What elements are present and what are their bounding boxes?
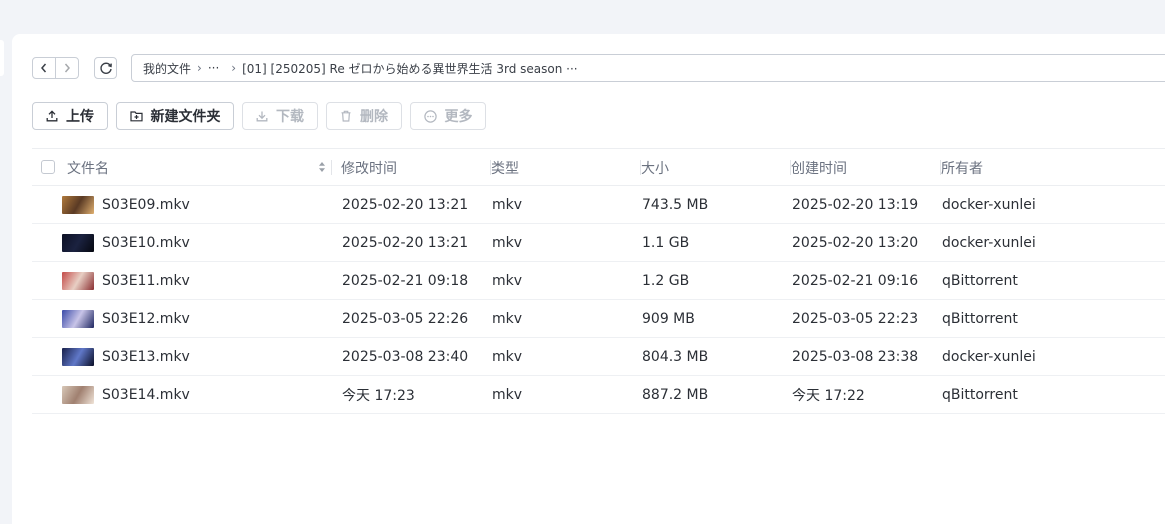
more-circle-icon bbox=[423, 109, 437, 123]
new-folder-label: 新建文件夹 bbox=[150, 109, 221, 125]
file-browser-panel: 我的文件 › ··· › [01] [250205] Re ゼロから始める異世界… bbox=[12, 34, 1165, 524]
column-created-label: 创建时间 bbox=[791, 160, 847, 177]
more-label: 更多 bbox=[444, 109, 473, 125]
sort-icon[interactable] bbox=[318, 161, 326, 173]
file-created: 2025-03-05 22:23 bbox=[792, 310, 919, 327]
refresh-button[interactable] bbox=[94, 57, 117, 79]
table-row[interactable]: S03E14.mkv 今天 17:23 mkv 887.2 MB 今天 17:22 qBi… bbox=[32, 376, 1165, 414]
file-type: mkv bbox=[492, 310, 523, 327]
file-created: 2025-03-08 23:38 bbox=[792, 348, 919, 365]
column-owner-label: 所有者 bbox=[941, 160, 983, 177]
column-modified[interactable]: 修改时间 bbox=[341, 149, 491, 186]
breadcrumb-separator: › bbox=[197, 61, 202, 75]
forward-button[interactable] bbox=[55, 58, 78, 78]
file-name[interactable]: S03E11.mkv bbox=[102, 262, 190, 299]
back-button[interactable] bbox=[33, 58, 55, 78]
column-type-label: 类型 bbox=[491, 160, 519, 177]
file-created: 2025-02-20 13:19 bbox=[792, 196, 919, 213]
table-row[interactable]: S03E13.mkv 2025-03-08 23:40 mkv 804.3 MB 202… bbox=[32, 338, 1165, 376]
table-row[interactable]: S03E09.mkv 2025-02-20 13:21 mkv 743.5 MB 202… bbox=[32, 186, 1165, 224]
trash-icon bbox=[341, 110, 351, 122]
column-created[interactable]: 创建时间 bbox=[791, 149, 941, 186]
file-name[interactable]: S03E09.mkv bbox=[102, 186, 190, 223]
history-nav bbox=[32, 57, 79, 79]
download-icon bbox=[256, 111, 268, 122]
column-divider[interactable] bbox=[331, 160, 332, 175]
file-name[interactable]: S03E13.mkv bbox=[102, 338, 190, 375]
new-folder-icon bbox=[129, 111, 143, 122]
breadcrumb-current: [01] [250205] Re ゼロから始める異世界生活 3rd season… bbox=[242, 61, 578, 76]
video-thumbnail bbox=[62, 386, 94, 404]
video-thumbnail bbox=[62, 196, 94, 214]
table-header: 文件名 修改时间 类型 大小 创建时间 所有者 bbox=[32, 148, 1165, 186]
delete-label: 删除 bbox=[360, 109, 388, 125]
column-type[interactable]: 类型 bbox=[491, 149, 641, 186]
left-sidebar-edge bbox=[0, 40, 4, 76]
breadcrumb-ellipsis[interactable]: ··· bbox=[208, 61, 219, 75]
column-owner[interactable]: 所有者 bbox=[941, 149, 1091, 186]
download-label: 下载 bbox=[276, 109, 304, 125]
file-size: 909 MB bbox=[642, 310, 695, 327]
column-name[interactable]: 文件名 bbox=[67, 149, 332, 186]
file-owner: qBittorrent bbox=[942, 310, 1018, 327]
breadcrumb-separator: › bbox=[231, 61, 237, 75]
file-created: 今天 17:22 bbox=[792, 387, 865, 404]
file-owner: docker-xunlei bbox=[942, 234, 1036, 251]
column-name-label: 文件名 bbox=[67, 160, 109, 177]
file-size: 1.2 GB bbox=[642, 272, 690, 289]
file-name[interactable]: S03E14.mkv bbox=[102, 376, 190, 413]
table-row[interactable]: S03E12.mkv 2025-03-05 22:26 mkv 909 MB 2025-… bbox=[32, 300, 1165, 338]
file-modified: 2025-03-08 23:40 bbox=[342, 348, 469, 365]
delete-button[interactable]: 删除 bbox=[326, 102, 402, 130]
video-thumbnail bbox=[62, 348, 94, 366]
file-modified: 2025-02-20 13:21 bbox=[342, 196, 469, 213]
file-name[interactable]: S03E12.mkv bbox=[102, 300, 190, 337]
file-type: mkv bbox=[492, 272, 523, 289]
breadcrumb-root[interactable]: 我的文件 bbox=[143, 60, 191, 77]
file-size: 1.1 GB bbox=[642, 234, 690, 251]
file-size: 743.5 MB bbox=[642, 196, 709, 213]
file-modified: 2025-02-20 13:21 bbox=[342, 234, 469, 251]
video-thumbnail bbox=[62, 234, 94, 252]
table-row[interactable]: S03E10.mkv 2025-02-20 13:21 mkv 1.1 GB 2025-… bbox=[32, 224, 1165, 262]
select-all-checkbox[interactable] bbox=[41, 160, 55, 174]
chevron-right-icon bbox=[64, 63, 70, 73]
file-owner: qBittorrent bbox=[942, 386, 1018, 403]
breadcrumb: 我的文件 › ··· › [01] [250205] Re ゼロから始める異世界… bbox=[131, 54, 1165, 82]
file-created: 2025-02-20 13:20 bbox=[792, 234, 919, 251]
file-modified: 2025-03-05 22:26 bbox=[342, 310, 469, 327]
file-size: 887.2 MB bbox=[642, 386, 709, 403]
file-type: mkv bbox=[492, 348, 523, 365]
column-modified-label: 修改时间 bbox=[341, 160, 397, 177]
file-modified: 2025-02-21 09:18 bbox=[342, 272, 469, 289]
file-type: mkv bbox=[492, 234, 523, 251]
video-thumbnail bbox=[62, 272, 94, 290]
file-type: mkv bbox=[492, 196, 523, 213]
upload-icon bbox=[46, 110, 58, 122]
table-row[interactable]: S03E11.mkv 2025-02-21 09:18 mkv 1.2 GB 2025-… bbox=[32, 262, 1165, 300]
chevron-left-icon bbox=[41, 63, 47, 73]
file-owner: docker-xunlei bbox=[942, 348, 1036, 365]
column-size-label: 大小 bbox=[641, 160, 669, 177]
more-button[interactable]: 更多 bbox=[410, 102, 486, 130]
upload-button[interactable]: 上传 bbox=[32, 102, 108, 130]
file-name[interactable]: S03E10.mkv bbox=[102, 224, 190, 261]
column-size[interactable]: 大小 bbox=[641, 149, 791, 186]
file-owner: docker-xunlei bbox=[942, 196, 1036, 213]
video-thumbnail bbox=[62, 310, 94, 328]
file-type: mkv bbox=[492, 386, 523, 403]
file-size: 804.3 MB bbox=[642, 348, 709, 365]
new-folder-button[interactable]: 新建文件夹 bbox=[116, 102, 234, 130]
file-created: 2025-02-21 09:16 bbox=[792, 272, 919, 289]
file-owner: qBittorrent bbox=[942, 272, 1018, 289]
upload-label: 上传 bbox=[66, 109, 94, 125]
download-button[interactable]: 下载 bbox=[242, 102, 318, 130]
file-modified: 今天 17:23 bbox=[342, 387, 415, 404]
refresh-icon bbox=[99, 62, 112, 74]
